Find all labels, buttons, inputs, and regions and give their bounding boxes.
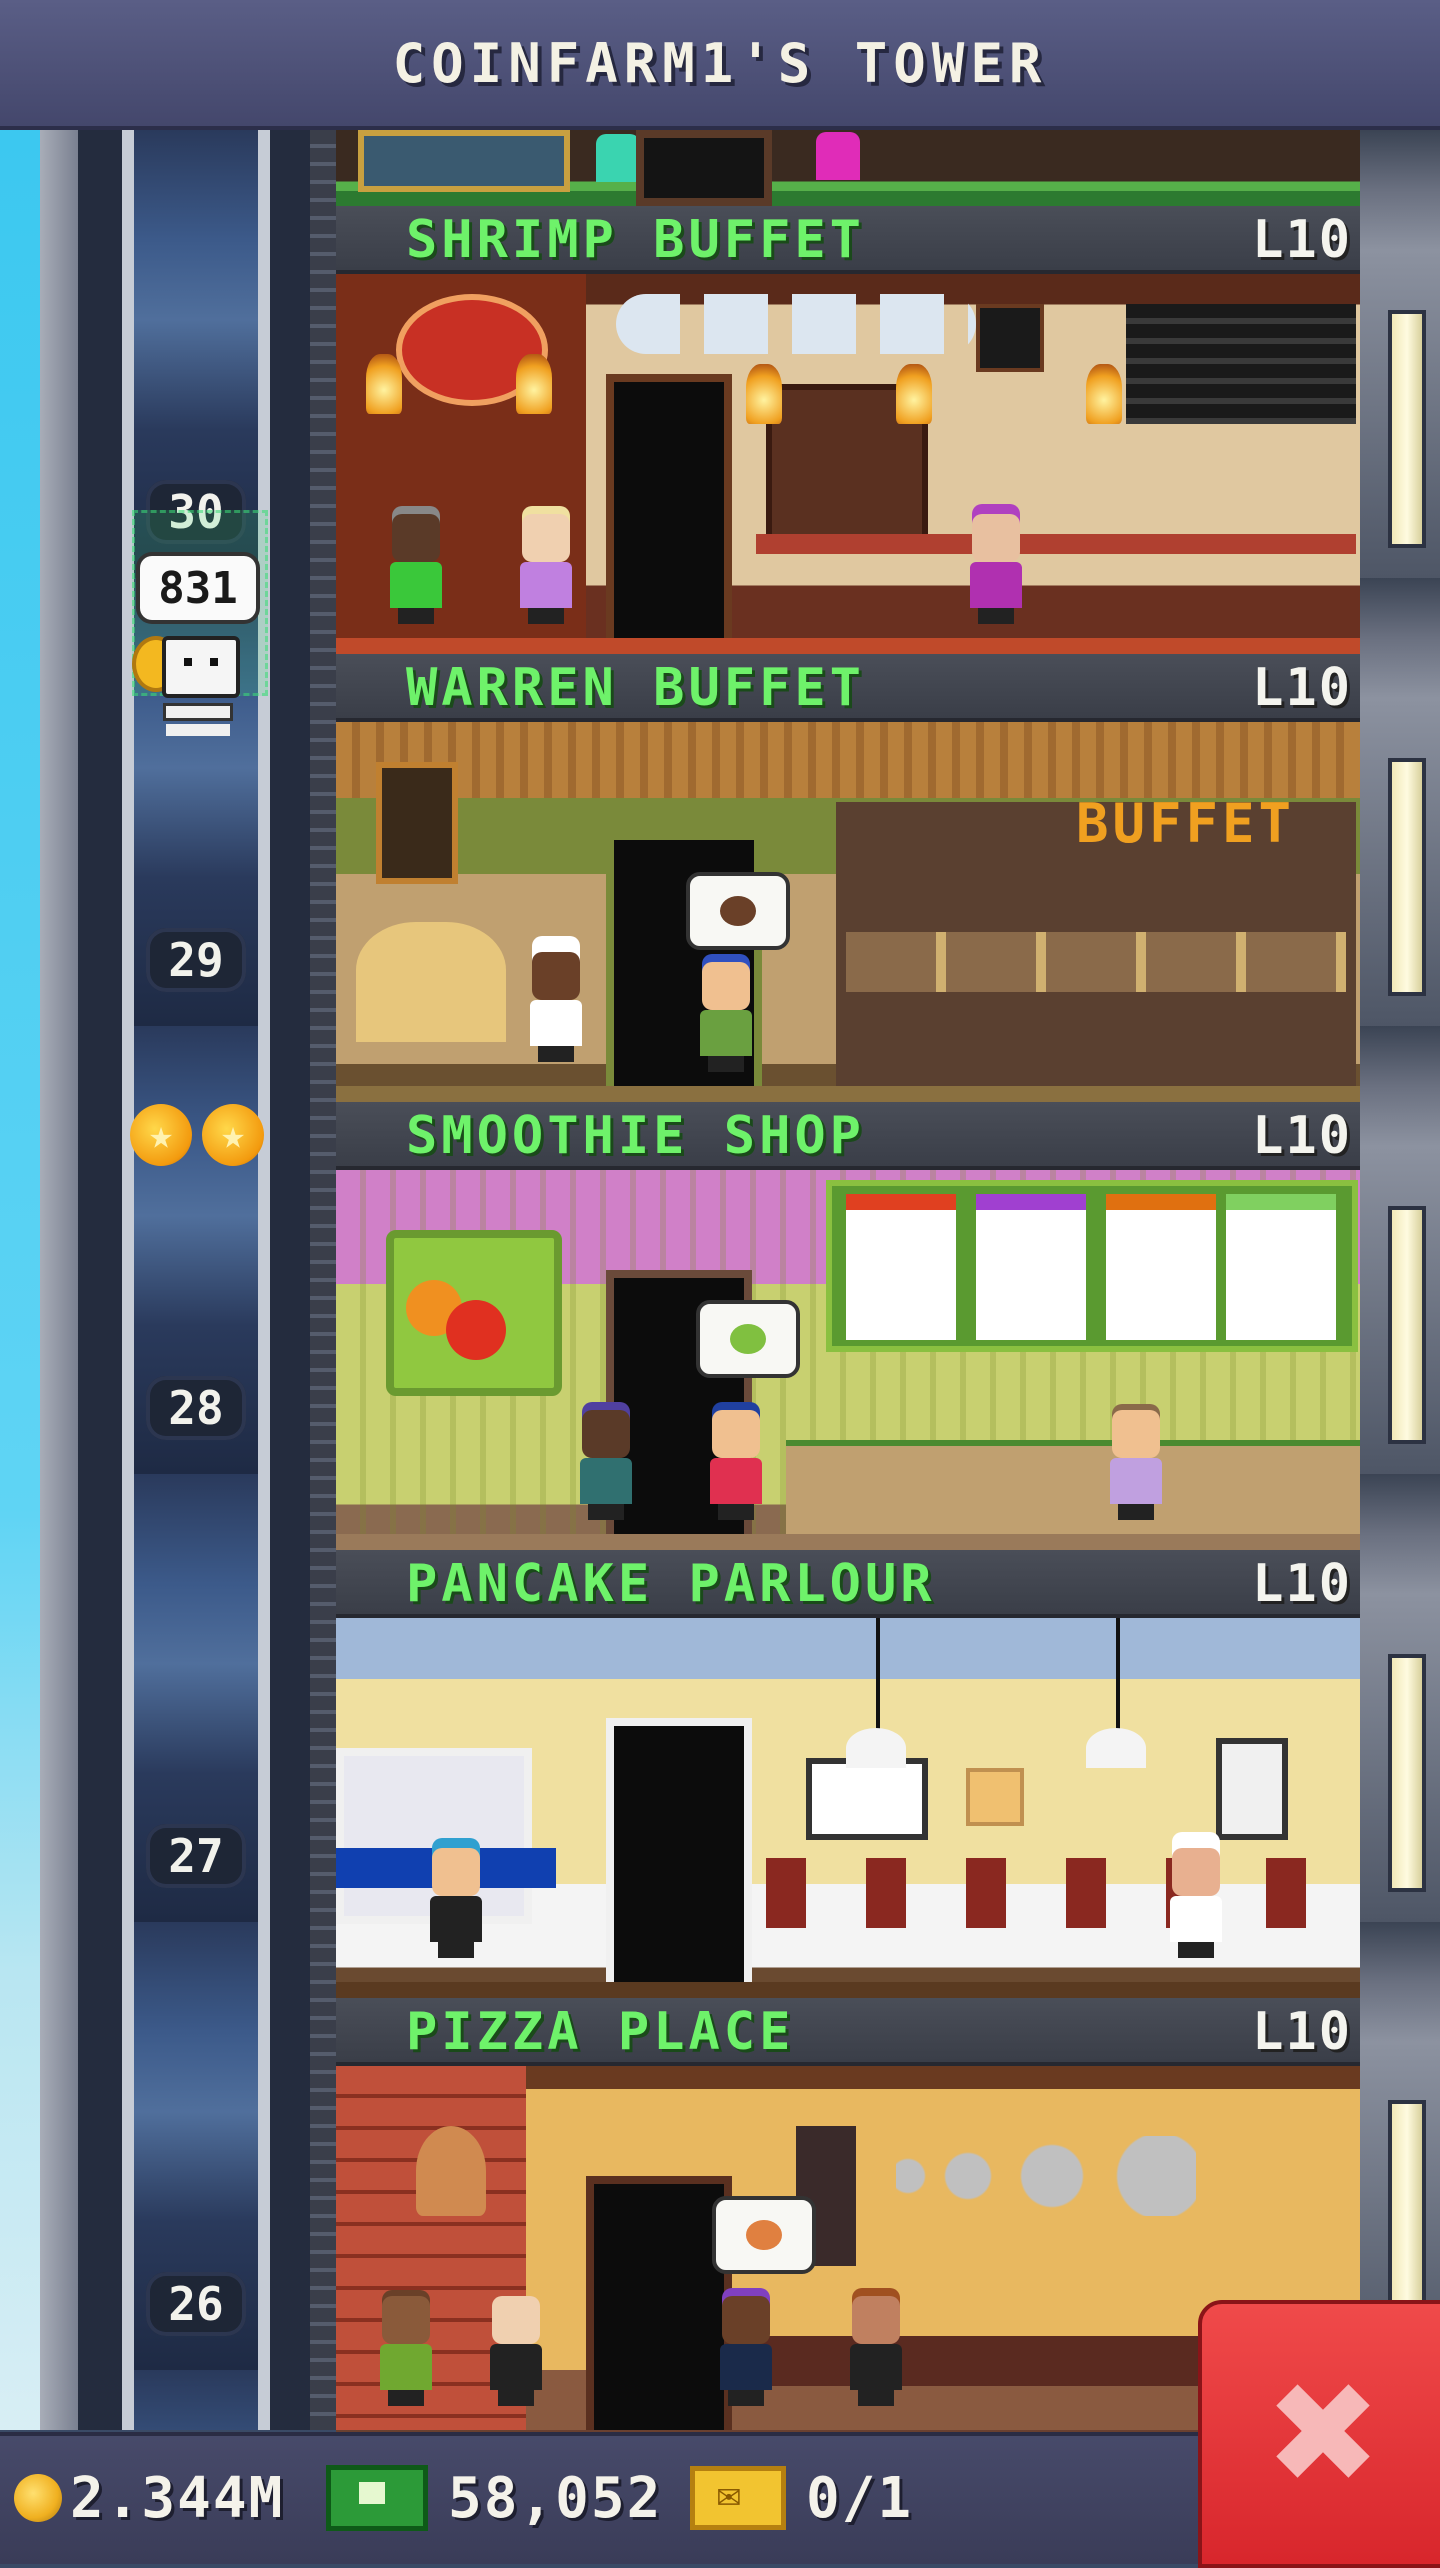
- tickets-value: 0/1: [806, 2465, 914, 2531]
- smoothie-thought-bubble-icon[interactable]: [696, 1300, 800, 1378]
- floor-warren-buffet[interactable]: WARREN BUFFET L10 BUFFET: [336, 654, 1360, 1102]
- coins-value: 2.344M: [70, 2465, 285, 2531]
- elevator-passenger-bubble: 831: [140, 556, 256, 620]
- floor-header: WARREN BUFFET L10: [336, 654, 1360, 722]
- partial-floor-above[interactable]: [336, 130, 1360, 206]
- floor-name: SHRIMP BUFFET: [406, 210, 865, 270]
- sky-background: [0, 130, 40, 2430]
- floor-room: BUFFET: [336, 722, 1360, 1102]
- floor-room: [336, 1618, 1360, 1998]
- elevator-base: [166, 706, 230, 718]
- floor-level: L10: [1252, 2002, 1352, 2062]
- floor-stars: ★ ★: [130, 1104, 270, 1174]
- coins-stat[interactable]: 2.344M: [14, 2458, 284, 2538]
- bux-value: 58,052: [448, 2465, 663, 2531]
- bitizen-sprite: [576, 1410, 636, 1520]
- window-light: [1388, 758, 1426, 996]
- tickets-stat[interactable]: 0/1: [690, 2458, 913, 2538]
- bux-stat[interactable]: 58,052: [326, 2458, 662, 2538]
- floor-level: L10: [1252, 1106, 1352, 1166]
- bitizen-sprite: [386, 514, 446, 624]
- bitizen-sprite: [966, 514, 1026, 624]
- window-light: [1388, 1654, 1426, 1892]
- window-light: [1388, 1206, 1426, 1444]
- bitizen-sprite: [486, 2296, 546, 2406]
- floor-number-26: 26: [146, 2272, 246, 2336]
- star-icon: ★: [202, 1104, 264, 1166]
- coin-icon: [14, 2474, 62, 2522]
- floor-name: WARREN BUFFET: [406, 658, 865, 718]
- title-bar: COINFARM1'S TOWER: [0, 0, 1440, 130]
- bitizen-sprite: [526, 952, 586, 1062]
- bitizen-sprite: [816, 132, 860, 180]
- close-button[interactable]: ✖: [1198, 2300, 1440, 2568]
- star-icon: ★: [130, 1104, 192, 1166]
- floor-shrimp-buffet[interactable]: SHRIMP BUFFET L10: [336, 206, 1360, 654]
- bitizen-sprite: [376, 2296, 436, 2406]
- floor-header: PANCAKE PARLOUR L10: [336, 1550, 1360, 1618]
- close-icon: ✖: [1264, 2352, 1382, 2516]
- bitizen-sprite: [596, 134, 640, 182]
- floor-number-27: 27: [146, 1824, 246, 1888]
- floor-level: L10: [1252, 210, 1352, 270]
- bitizen-sprite: [516, 514, 576, 624]
- ticket-icon: [690, 2466, 786, 2530]
- bitizen-sprite: [1166, 1848, 1226, 1958]
- floor-header: SHRIMP BUFFET L10: [336, 206, 1360, 274]
- floor-name: PIZZA PLACE: [406, 2002, 795, 2062]
- floor-name: PANCAKE PARLOUR: [406, 1554, 936, 1614]
- elevator-operator-icon: [162, 636, 240, 698]
- floor-room: [336, 1170, 1360, 1550]
- elevator-car[interactable]: 831: [132, 470, 268, 780]
- bitizen-sprite: [716, 2296, 776, 2406]
- bitizen-sprite: [706, 1410, 766, 1520]
- bitizen-sprite: [846, 2296, 906, 2406]
- tower-title: COINFARM1'S TOWER: [392, 31, 1048, 95]
- bitizen-sprite: [426, 1848, 486, 1958]
- floor-number-28: 28: [146, 1376, 246, 1440]
- buffet-sign: BUFFET: [1076, 792, 1296, 855]
- floor-header: PIZZA PLACE L10: [336, 1998, 1360, 2066]
- floor-smoothie-shop[interactable]: SMOOTHIE SHOP L10: [336, 1102, 1360, 1550]
- window-light: [1388, 310, 1426, 548]
- tower-left-wall: [310, 130, 336, 2430]
- floor-pancake-parlour[interactable]: PANCAKE PARLOUR L10: [336, 1550, 1360, 1998]
- bux-icon: [326, 2465, 428, 2531]
- floor-room: [336, 274, 1360, 654]
- floor-name: SMOOTHIE SHOP: [406, 1106, 865, 1166]
- coffee-thought-bubble-icon[interactable]: [686, 872, 790, 950]
- floor-level: L10: [1252, 658, 1352, 718]
- pizza-thought-bubble-icon[interactable]: [712, 2196, 816, 2274]
- floor-header: SMOOTHIE SHOP L10: [336, 1102, 1360, 1170]
- floor-number-29: 29: [146, 928, 246, 992]
- bitizen-sprite: [696, 962, 756, 1072]
- floor-level: L10: [1252, 1554, 1352, 1614]
- bitizen-sprite: [1106, 1410, 1166, 1520]
